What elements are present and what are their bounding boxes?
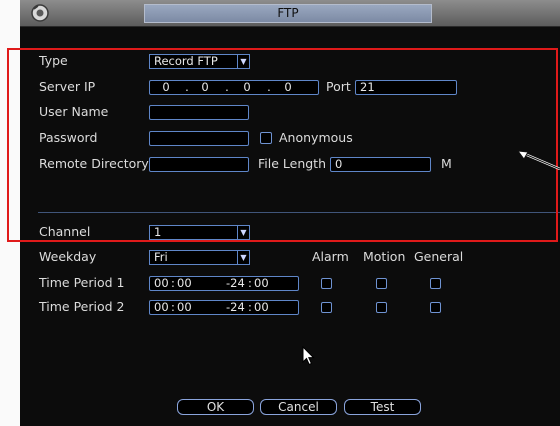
alarm-column-header: Alarm <box>312 249 349 264</box>
window-title: FTP <box>144 4 432 23</box>
time-period-1-end-hour[interactable]: -24 <box>226 277 245 290</box>
weekday-dropdown[interactable]: Fri ▼ <box>149 250 250 265</box>
time-period-2-input[interactable]: 00 : 00 -24 : 00 <box>149 300 299 315</box>
time-period-2-general-checkbox[interactable] <box>430 302 441 313</box>
time-period-2-separator: : <box>171 300 175 314</box>
title-bar: FTP <box>20 0 560 27</box>
time-period-1-separator: : <box>248 276 252 290</box>
time-period-1-label: Time Period 1 <box>39 275 125 290</box>
general-column-header: General <box>414 249 464 264</box>
ok-button[interactable]: OK <box>177 399 254 415</box>
time-period-2-end-minute[interactable]: 00 <box>254 301 269 314</box>
time-period-1-motion-checkbox[interactable] <box>376 278 387 289</box>
annotation-arrow-icon <box>516 150 560 171</box>
weekday-value: Fri <box>154 250 168 264</box>
dvr-logo-icon <box>31 4 49 22</box>
chevron-down-icon: ▼ <box>237 251 249 264</box>
cancel-button[interactable]: Cancel <box>260 399 337 415</box>
highlight-box <box>7 48 558 242</box>
mouse-pointer-icon <box>302 346 315 366</box>
time-period-1-input[interactable]: 00 : 00 -24 : 00 <box>149 276 299 291</box>
motion-column-header: Motion <box>363 249 406 264</box>
time-period-1-general-checkbox[interactable] <box>430 278 441 289</box>
time-period-1-alarm-checkbox[interactable] <box>321 278 332 289</box>
test-button[interactable]: Test <box>344 399 421 415</box>
time-period-1-start-hour[interactable]: 00 <box>154 277 169 290</box>
time-period-1-separator: : <box>171 276 175 290</box>
weekday-label: Weekday <box>39 249 97 264</box>
time-period-2-start-minute[interactable]: 00 <box>177 301 192 314</box>
time-period-2-motion-checkbox[interactable] <box>376 302 387 313</box>
time-period-2-end-hour[interactable]: -24 <box>226 301 245 314</box>
time-period-2-start-hour[interactable]: 00 <box>154 301 169 314</box>
time-period-2-label: Time Period 2 <box>39 299 125 314</box>
time-period-2-alarm-checkbox[interactable] <box>321 302 332 313</box>
time-period-2-separator: : <box>248 300 252 314</box>
time-period-1-end-minute[interactable]: 00 <box>254 277 269 290</box>
time-period-1-start-minute[interactable]: 00 <box>177 277 192 290</box>
